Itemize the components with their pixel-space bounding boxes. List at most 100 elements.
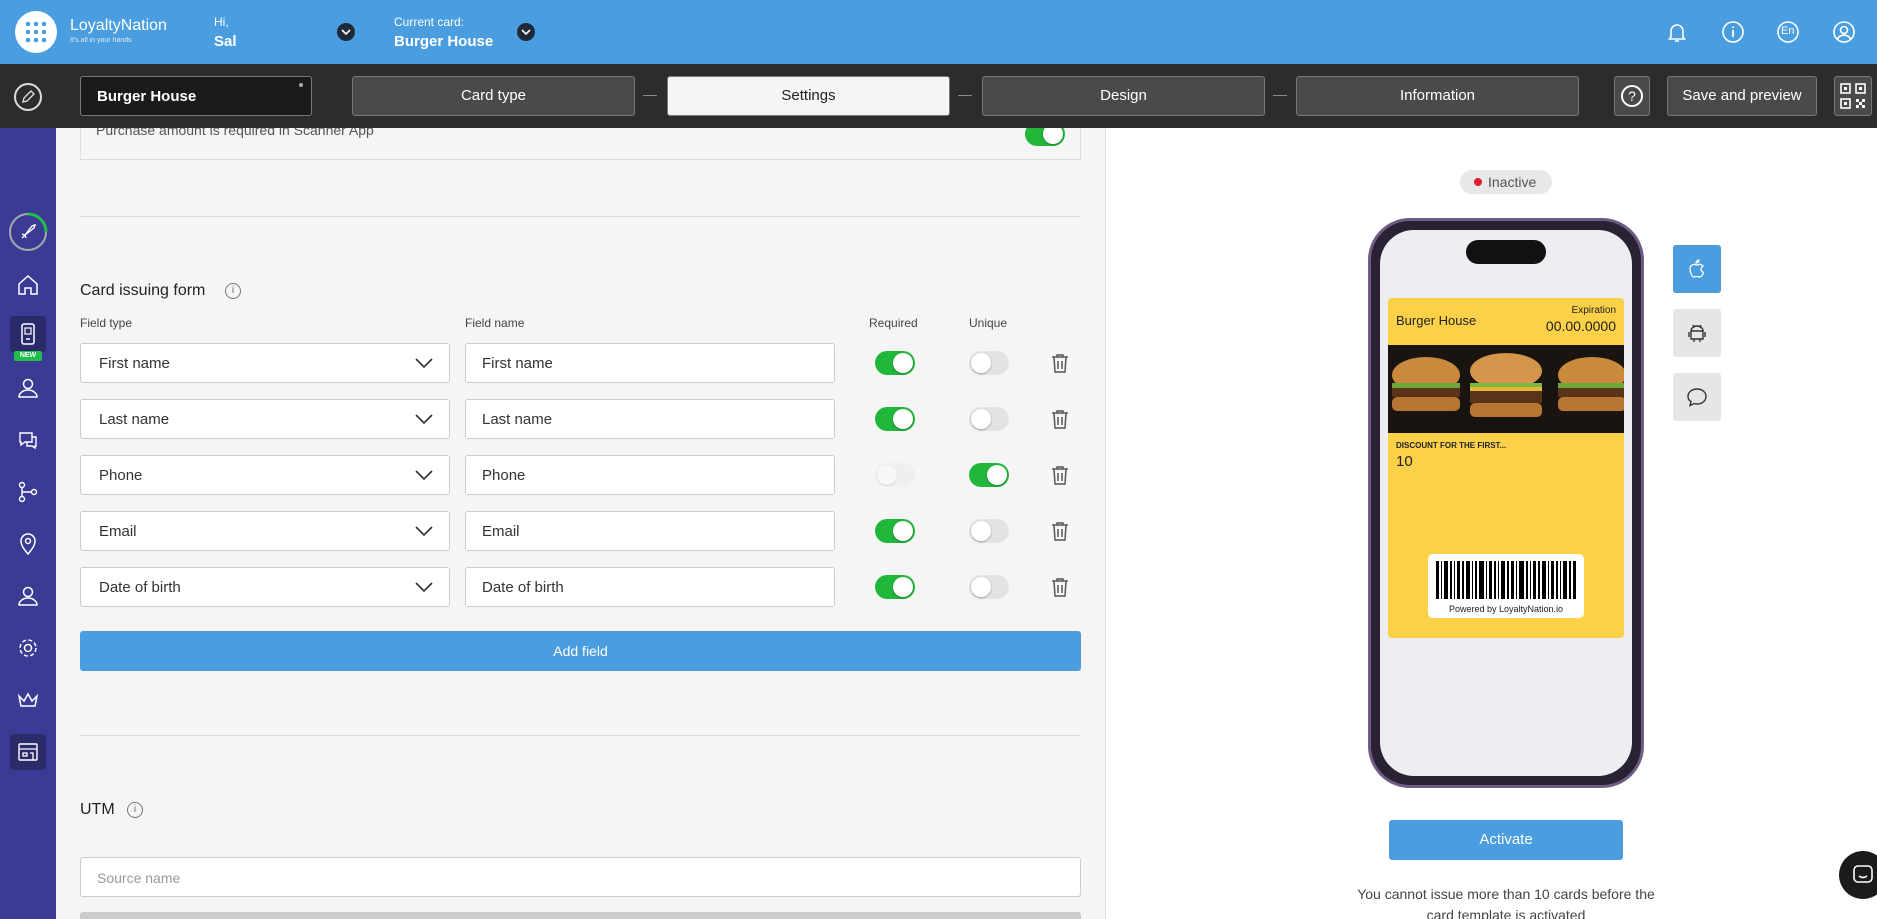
qr-code-button[interactable]	[1834, 76, 1872, 116]
add-field-button[interactable]: Add field	[80, 631, 1081, 671]
trash-icon[interactable]	[1051, 465, 1069, 485]
sidebar-item-scanner-app[interactable]	[10, 316, 46, 352]
unique-toggle[interactable]	[969, 575, 1009, 599]
sidebar-item-settings[interactable]	[10, 630, 46, 666]
chevron-down-icon	[415, 414, 433, 424]
field-name-input[interactable]: Phone	[465, 455, 835, 495]
wallet-pass: Burger House Expiration 00.00.0000 DISCO…	[1388, 298, 1624, 638]
field-type-select[interactable]: Last name	[80, 399, 450, 439]
sidebar-item-users[interactable]	[10, 578, 46, 614]
bell-icon[interactable]	[1665, 20, 1689, 44]
unique-toggle[interactable]	[969, 519, 1009, 543]
field-name-input[interactable]: First name	[465, 343, 835, 383]
activate-button[interactable]: Activate	[1389, 820, 1623, 860]
toggle-knob	[971, 577, 991, 597]
required-toggle[interactable]	[875, 463, 915, 487]
card-chevron-down-icon[interactable]	[517, 23, 535, 41]
scanner-amount-toggle[interactable]	[1025, 128, 1065, 146]
sidebar-item-locations[interactable]	[10, 526, 46, 562]
field-name-input[interactable]: Last name	[465, 399, 835, 439]
message-icon	[1687, 388, 1707, 407]
toggle-knob	[893, 353, 913, 373]
pencil-icon[interactable]	[14, 83, 42, 111]
user-chevron-down-icon[interactable]	[337, 23, 355, 41]
sidebar-item-store[interactable]	[10, 734, 46, 770]
unique-toggle[interactable]	[969, 351, 1009, 375]
toggle-knob	[893, 409, 913, 429]
sidebar-item-home[interactable]	[10, 267, 46, 303]
field-type-select[interactable]: First name	[80, 343, 450, 383]
unique-toggle[interactable]	[969, 407, 1009, 431]
source-name-input[interactable]: Source name	[80, 857, 1081, 897]
toggle-knob	[893, 577, 913, 597]
step-separator	[643, 95, 657, 96]
trash-icon[interactable]	[1051, 409, 1069, 429]
unique-toggle[interactable]	[969, 463, 1009, 487]
col-field-type: Field type	[80, 316, 133, 330]
help-button[interactable]: ?	[1614, 76, 1650, 116]
pass-expiration-label: Expiration	[1571, 305, 1616, 316]
info-icon[interactable]	[1721, 20, 1745, 44]
qr-code-icon	[1840, 83, 1866, 109]
divider	[80, 216, 1081, 217]
status-badge: Inactive	[1460, 170, 1552, 194]
powered-by: Powered by LoyaltyNation.io	[1448, 604, 1564, 614]
message-preview-button[interactable]	[1673, 373, 1721, 421]
card-preview: Inactive Burger House Expiration 00.00.0…	[1105, 128, 1877, 919]
field-name-input[interactable]: Date of birth	[465, 567, 835, 607]
dynamic-island	[1466, 240, 1546, 264]
step-separator	[1273, 95, 1287, 96]
support-chat-button[interactable]	[1839, 851, 1877, 899]
android-preview-button[interactable]	[1673, 309, 1721, 357]
trash-icon[interactable]	[1051, 577, 1069, 597]
chat-icon	[1853, 865, 1873, 883]
field-type-select[interactable]: Phone	[80, 455, 450, 495]
account-icon[interactable]	[1832, 20, 1856, 44]
field-type-value: Phone	[99, 467, 143, 484]
field-type-value: Last name	[99, 411, 170, 428]
field-type-value: Date of birth	[99, 579, 181, 596]
toggle-knob	[893, 521, 913, 541]
card-name-field[interactable]: Burger House	[80, 76, 312, 116]
trash-icon[interactable]	[1051, 521, 1069, 541]
info-icon[interactable]: i	[127, 802, 143, 818]
sidebar-item-chat[interactable]	[10, 422, 46, 458]
required-toggle[interactable]	[875, 519, 915, 543]
language-icon[interactable]: En	[1776, 20, 1800, 44]
sidebar-item-customers[interactable]	[10, 370, 46, 406]
tab-settings[interactable]: Settings	[667, 76, 950, 116]
info-icon[interactable]: i	[225, 283, 241, 299]
required-toggle[interactable]	[875, 351, 915, 375]
save-and-preview-button[interactable]: Save and preview	[1667, 76, 1817, 116]
toggle-knob	[877, 465, 897, 485]
col-unique: Unique	[969, 316, 1008, 330]
trash-icon[interactable]	[1051, 353, 1069, 373]
tab-design[interactable]: Design	[982, 76, 1265, 116]
tab-card-type[interactable]: Card type	[352, 76, 635, 116]
required-toggle[interactable]	[875, 575, 915, 599]
field-type-select[interactable]: Email	[80, 511, 450, 551]
chevron-down-icon	[415, 526, 433, 536]
toggle-knob	[971, 409, 991, 429]
col-required: Required	[869, 316, 918, 330]
chevron-down-icon	[415, 358, 433, 368]
field-type-select[interactable]: Date of birth	[80, 567, 450, 607]
status-text: Inactive	[1488, 174, 1537, 190]
pass-expiration-value: 00.00.0000	[1545, 318, 1616, 334]
logo-icon[interactable]	[15, 11, 57, 53]
tab-information[interactable]: Information	[1296, 76, 1579, 116]
ios-preview-button[interactable]	[1673, 245, 1721, 293]
required-toggle[interactable]	[875, 407, 915, 431]
status-dot	[1474, 178, 1482, 186]
new-badge: NEW	[14, 351, 42, 361]
sidebar-item-rocket[interactable]	[9, 212, 48, 251]
field-name-input[interactable]: Email	[465, 511, 835, 551]
toggle-knob	[1043, 128, 1063, 144]
brand-tagline: It's all in your hands	[70, 37, 132, 44]
sidebar-item-flows[interactable]	[10, 474, 46, 510]
toggle-knob	[971, 353, 991, 373]
current-card-label: Current card:	[394, 15, 465, 29]
col-field-name: Field name	[465, 316, 525, 330]
sidebar-item-crown[interactable]	[10, 682, 46, 718]
field-type-value: First name	[99, 355, 170, 372]
